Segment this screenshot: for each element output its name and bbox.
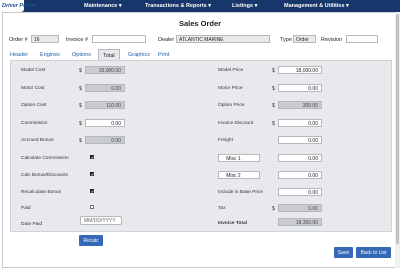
model-price-field[interactable]: 18,000.00 [278,66,322,74]
calc-bonus-label: Calc Bonus/Discounts [21,173,68,178]
option-cost-currency: $ [79,103,82,109]
motor-cost-label: Motor Cost [21,86,45,91]
calculate-commission-checkbox[interactable]: ✔ [90,155,94,160]
menu-maintenance[interactable]: Maintenance ▾ [84,3,122,9]
misc2-field[interactable]: 0.00 [278,171,322,179]
page-title: Sales Order [178,19,222,28]
invoice-label: Invoice # [66,36,89,43]
accrued-bonus-label: Accrued Bonus [21,138,54,143]
tax-field[interactable]: 0.00 [278,204,322,212]
option-price-currency: $ [272,103,275,109]
recalc-button[interactable]: Recalc [79,235,103,246]
misc1-label-field[interactable]: Misc 1 [218,154,260,162]
invoice-total-field[interactable]: 18,300.00 [278,218,322,226]
menu-transactions-reports[interactable]: Transactions & Reports ▾ [145,3,211,9]
totals-panel [10,60,392,232]
commission-label: Commission [21,121,48,126]
accrued-bonus-field[interactable]: 0.00 [85,136,125,144]
option-cost-field[interactable]: 110.00 [85,101,125,109]
tab-print[interactable]: Print [158,52,169,58]
recalculate-bonus-checkbox[interactable]: ✔ [90,189,94,194]
order-number-field[interactable]: 16 [31,35,59,43]
type-label: Type [280,36,292,43]
tab-header[interactable]: Header [10,52,28,58]
type-field[interactable]: Order [293,35,316,43]
logo[interactable]: Driver Pointe [0,0,36,12]
motor-price-label: Motor Price [218,86,243,91]
invoice-discount-field[interactable]: 0.00 [278,119,322,127]
invoice-discount-label: Invoice Discount [218,121,254,126]
model-price-label: Model Price [218,68,244,73]
back-to-list-button[interactable]: Back to List [356,247,391,258]
commission-field[interactable]: 0.00 [85,119,125,127]
motor-price-field[interactable]: 0.00 [278,84,322,92]
paid-checkbox[interactable] [90,205,94,209]
misc2-label-field[interactable]: Misc 2 [218,171,260,179]
order-label: Order # [9,36,28,43]
tab-graphics[interactable]: Graphics [128,52,150,58]
recalculate-bonus-label: Recalculate Bonus [21,190,61,195]
dealer-field[interactable]: ATLANTIC MARINE [176,35,270,43]
include-base-price-label: Include in Base Price [218,190,264,195]
motor-cost-field[interactable]: 0.00 [85,84,125,92]
menu-management-utilities[interactable]: Management & Utilities ▾ [284,3,349,9]
motor-price-currency: $ [272,86,275,92]
tab-engines[interactable]: Engines [40,52,60,58]
invoice-total-label: Invoice Total [218,221,247,226]
date-paid-field[interactable]: MM/DD/YYYY [80,216,122,225]
tab-total[interactable]: Total [98,49,120,60]
date-paid-label: Date Paid [21,222,43,227]
dealer-label: Dealer [158,36,175,43]
invoice-number-field[interactable] [92,35,146,43]
logo-text: Driver Pointe [2,3,37,9]
calculate-commission-label: Calculate Commission [21,156,69,161]
tax-currency: $ [272,206,275,212]
accrued-bonus-currency: $ [79,138,82,144]
option-price-label: Option Price [218,103,245,108]
misc1-field[interactable]: 0.00 [278,154,322,162]
motor-cost-currency: $ [79,86,82,92]
revision-label: Revision [321,36,343,43]
save-button[interactable]: Save [334,247,353,258]
invoice-discount-currency: $ [272,121,275,127]
revision-field[interactable] [346,35,378,43]
model-cost-field[interactable]: 10,000.00 [85,66,125,74]
calc-bonus-checkbox[interactable]: ✔ [90,172,94,177]
tab-options[interactable]: Options [72,52,91,58]
menu-listings[interactable]: Listings ▾ [232,3,257,9]
model-cost-label: Model Cost [21,68,46,73]
include-base-price-field[interactable]: 0.00 [278,188,322,196]
commission-currency: $ [79,121,82,127]
tax-label: Tax [218,206,226,211]
freight-field[interactable]: 0.00 [278,136,322,144]
option-cost-label: Option Cost [21,103,47,108]
option-price-field[interactable]: 300.00 [278,101,322,109]
freight-label: Freight [218,138,233,143]
paid-label: Paid [21,206,31,211]
model-price-currency: $ [272,68,275,74]
model-cost-currency: $ [79,68,82,74]
scrollbar-thumb[interactable] [396,14,399,244]
